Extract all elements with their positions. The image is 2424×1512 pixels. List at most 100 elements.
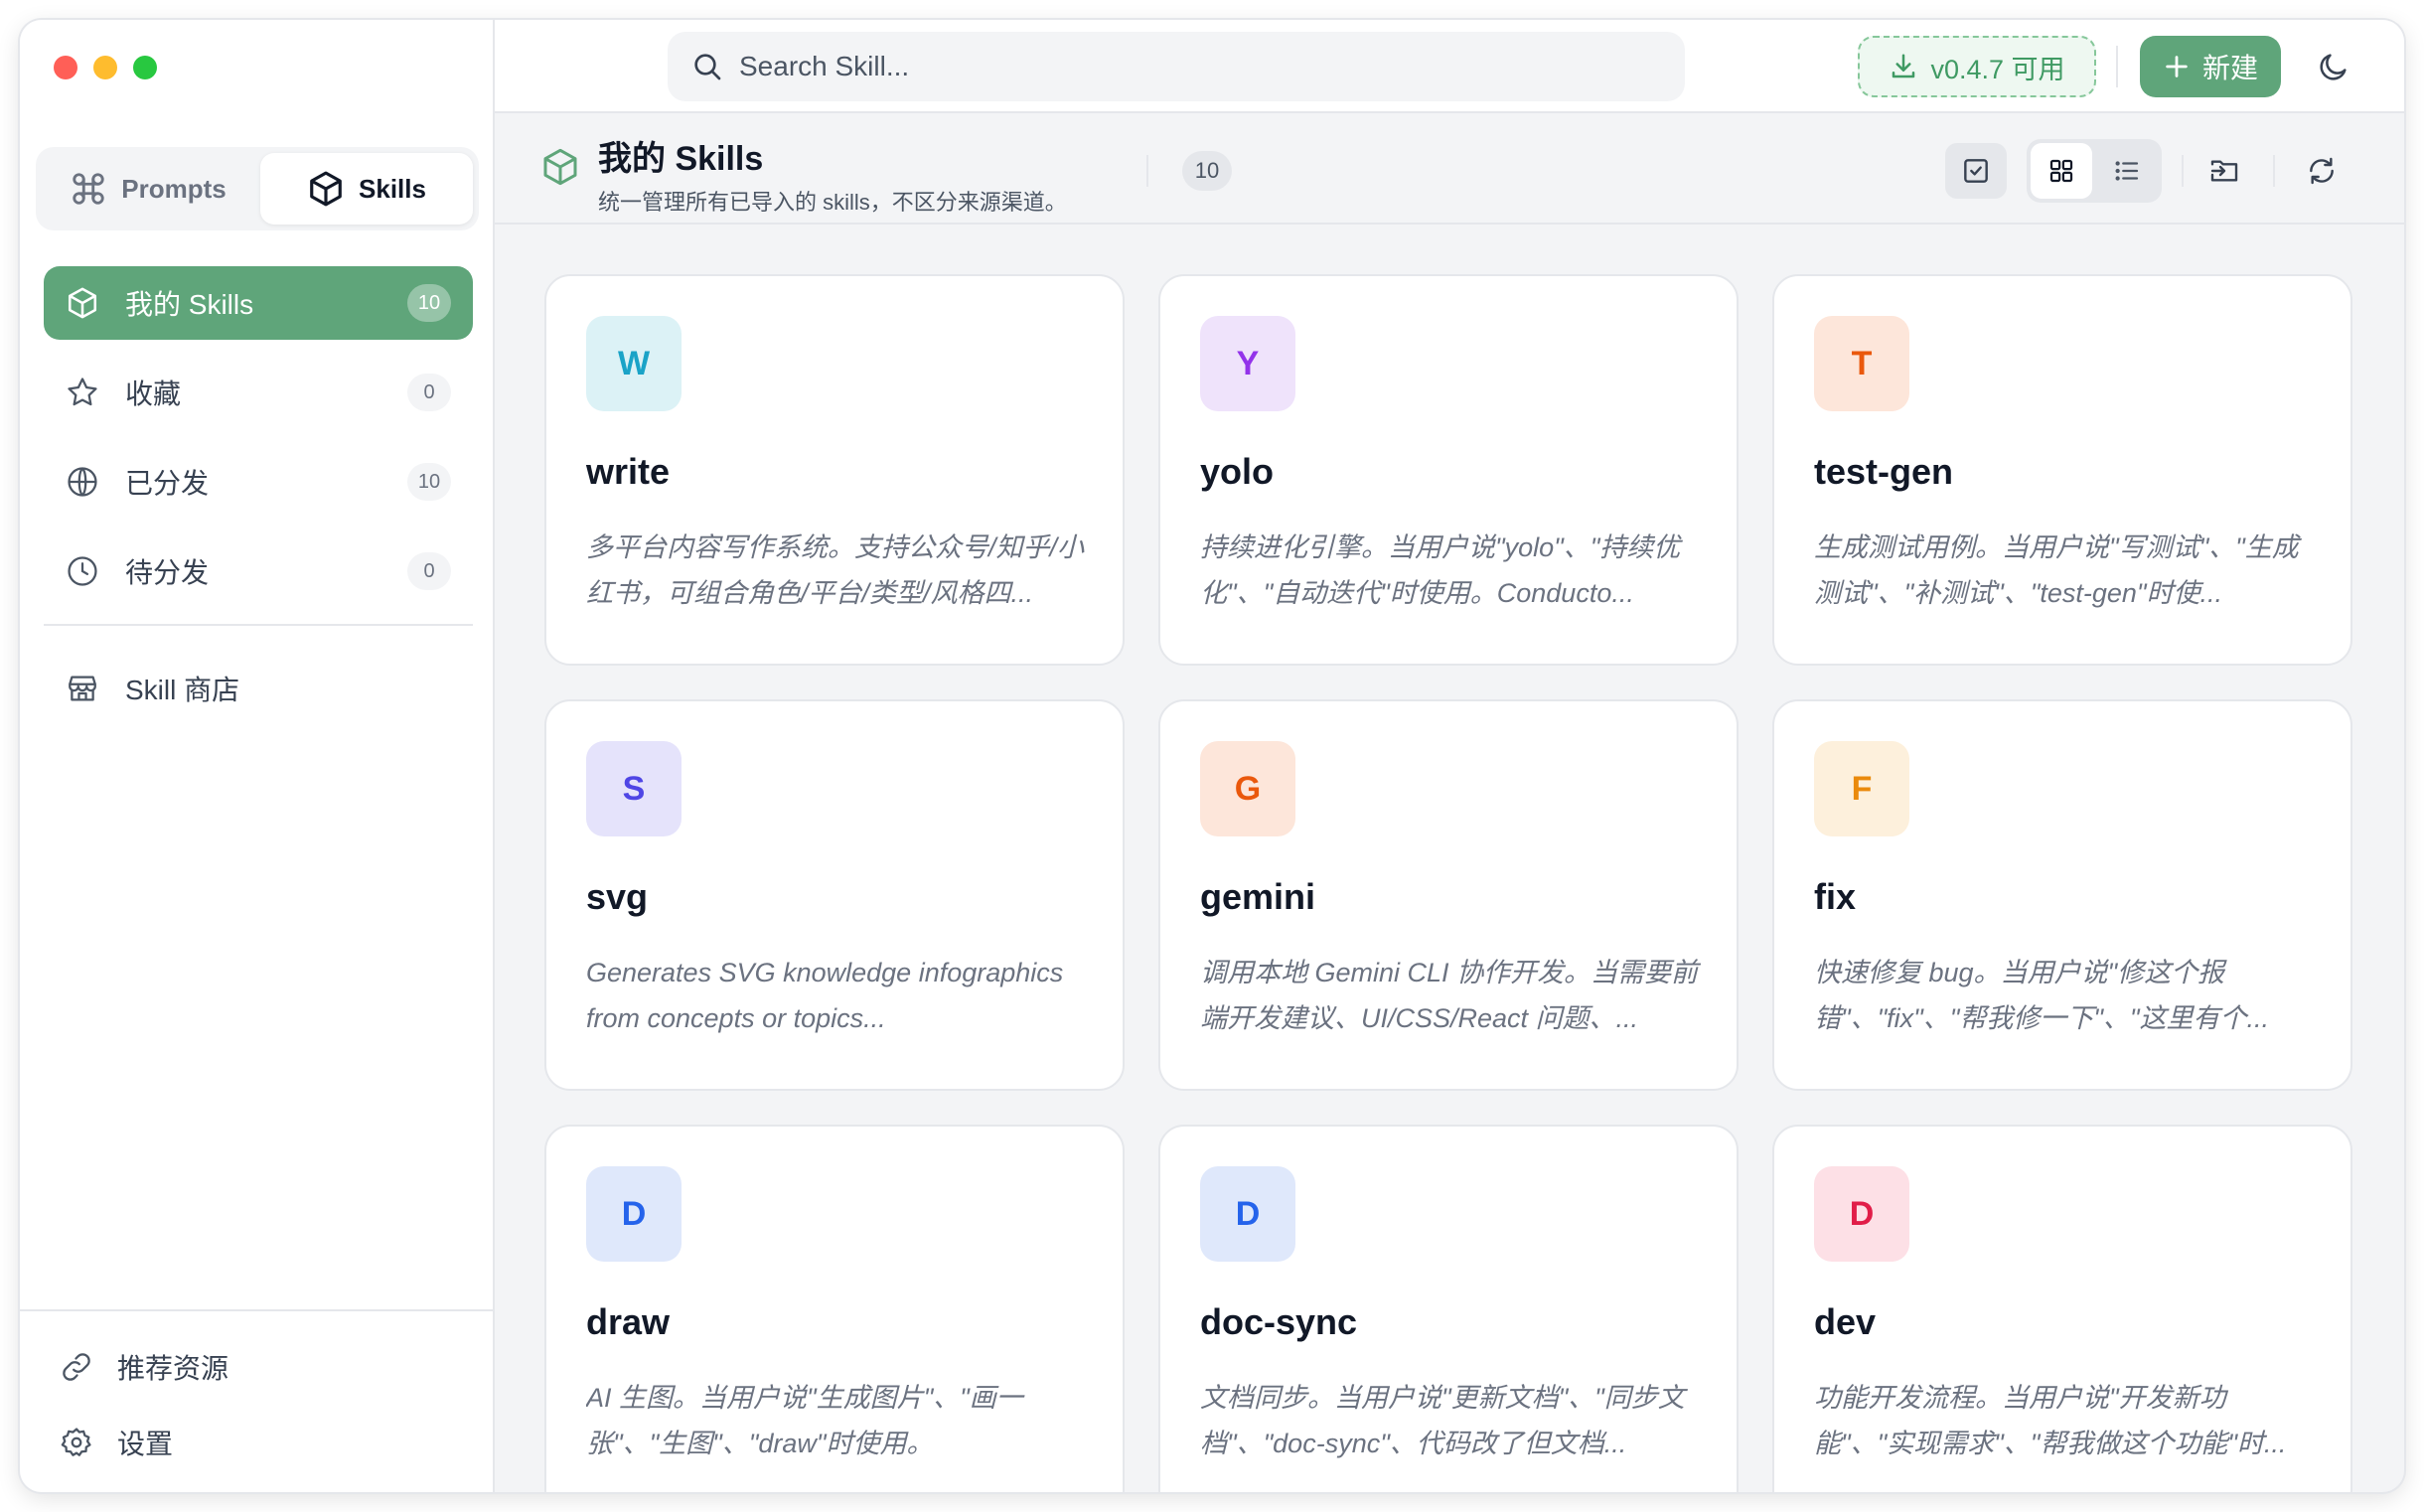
sidebar-footer: 推荐资源 设置	[20, 1309, 493, 1492]
skill-card[interactable]: Ddev 功能开发流程。当用户说"开发新功能"、"实现需求"、"帮我做这个功能"时…	[1772, 1125, 2352, 1492]
skill-description: AI 生图。当用户说"生成图片"、"画一张"、"生图"、"draw"时使用。	[586, 1383, 1023, 1458]
sidebar-item-favorites[interactable]: 收藏 0	[44, 356, 473, 429]
sidebar-item-my-skills[interactable]: 我的 Skills 10	[44, 266, 473, 340]
skill-avatar: S	[586, 741, 682, 836]
skill-name: yolo	[1200, 451, 1275, 492]
skill-avatar: G	[1200, 741, 1295, 836]
header-divider	[1146, 155, 1148, 187]
sidebar-item-distributed[interactable]: 已分发 10	[44, 445, 473, 519]
skills-grid: Wwrite 多平台内容写作系统。支持公众号/知乎/小红书，可组合角色/平台/类型…	[544, 274, 2352, 1492]
skill-card[interactable]: Ggemini 调用本地 Gemini CLI 协作开发。当需要前端开发建议、UI…	[1158, 699, 1739, 1091]
mode-prompts-button[interactable]: Prompts	[42, 153, 254, 225]
search-icon	[694, 54, 721, 80]
skill-card[interactable]: Ttest-gen 生成测试用例。当用户说"写测试"、"生成测试"、"补测试"、"…	[1772, 274, 2352, 666]
skill-name: doc-sync	[1200, 1301, 1358, 1342]
gear-icon	[60, 1426, 93, 1459]
mode-skills-label: Skills	[359, 173, 426, 204]
skill-avatar: D	[1814, 1166, 1909, 1262]
header-divider	[2273, 155, 2275, 187]
skill-card[interactable]: Yyolo 持续进化引擎。当用户说"yolo"、"持续优化"、"自动迭代"时使用。…	[1158, 274, 1739, 666]
update-available-button[interactable]: v0.4.7 可用	[1858, 36, 2096, 97]
skill-avatar: F	[1814, 741, 1909, 836]
sidebar-item-label: Skill 商店	[125, 675, 240, 705]
skill-name: dev	[1814, 1301, 1877, 1342]
sidebar-item-label: 推荐资源	[117, 1353, 229, 1384]
search-input[interactable]	[739, 51, 1633, 82]
toolbar-divider	[2116, 46, 2118, 87]
skill-name: fix	[1814, 876, 1857, 917]
count-badge: 10	[407, 463, 451, 501]
skill-card[interactable]: Ddraw AI 生图。当用户说"生成图片"、"画一张"、"生图"、"draw"时…	[544, 1125, 1125, 1492]
store-icon	[66, 672, 99, 705]
skill-description: 多平台内容写作系统。支持公众号/知乎/小红书，可组合角色/平台/类型/风格四..…	[586, 532, 1085, 608]
moon-icon[interactable]	[2317, 50, 2350, 83]
sidebar: Prompts Skills 我的 Skills 10 收藏 0 已分发 10	[20, 20, 495, 1492]
skill-avatar: W	[586, 316, 682, 411]
sidebar-item-label: 我的 Skills	[125, 289, 254, 320]
refresh-icon	[2310, 157, 2334, 185]
nav-divider	[44, 624, 473, 626]
window-controls	[54, 56, 157, 79]
import-button[interactable]	[2194, 143, 2255, 199]
topbar: v0.4.7 可用 新建	[495, 20, 2404, 113]
skill-avatar: Y	[1200, 316, 1295, 411]
skill-card[interactable]: Ddoc-sync 文档同步。当用户说"更新文档"、"同步文档"、"doc-syn…	[1158, 1125, 1739, 1492]
count-badge: 0	[407, 374, 451, 411]
minimize-window-button[interactable]	[93, 56, 117, 79]
skill-name: write	[586, 451, 671, 492]
sidebar-item-store[interactable]: Skill 商店	[44, 652, 473, 725]
new-label: 新建	[2201, 53, 2258, 83]
close-window-button[interactable]	[54, 56, 77, 79]
maximize-window-button[interactable]	[133, 56, 157, 79]
list-icon	[2115, 161, 2139, 181]
count-badge: 0	[407, 552, 451, 590]
sidebar-item-settings[interactable]: 设置	[44, 1405, 469, 1480]
command-icon	[73, 173, 104, 205]
skill-avatar: T	[1814, 316, 1909, 411]
skill-description: 功能开发流程。当用户说"开发新功能"、"实现需求"、"帮我做这个功能"时...	[1814, 1383, 2287, 1458]
plus-icon	[2166, 56, 2188, 77]
view-toggle	[2027, 139, 2162, 203]
mode-prompts-label: Prompts	[121, 173, 227, 204]
count-badge: 10	[407, 284, 451, 322]
select-mode-button[interactable]	[1945, 143, 2007, 199]
cube-icon	[66, 286, 99, 320]
skill-card[interactable]: Ssvg Generates SVG knowledge infographics…	[544, 699, 1125, 1091]
skill-card[interactable]: Wwrite 多平台内容写作系统。支持公众号/知乎/小红书，可组合角色/平台/类型…	[544, 274, 1125, 666]
list-view-button[interactable]	[2096, 143, 2158, 199]
sidebar-item-label: 已分发	[125, 468, 210, 499]
download-icon	[1893, 54, 1915, 78]
skill-description: 调用本地 Gemini CLI 协作开发。当需要前端开发建议、UI/CSS/Re…	[1200, 958, 1699, 1033]
sidebar-nav: 我的 Skills 10 收藏 0 已分发 10 待分发 0 Skill 商店	[44, 266, 473, 741]
grid-icon	[2049, 159, 2073, 183]
clock-icon	[66, 554, 99, 588]
mode-skills-button[interactable]: Skills	[260, 153, 473, 225]
skill-avatar: D	[586, 1166, 682, 1262]
skill-description: 文档同步。当用户说"更新文档"、"同步文档"、"doc-sync"、代码改了但文…	[1200, 1383, 1685, 1458]
search-box[interactable]	[668, 32, 1685, 101]
sidebar-item-pending[interactable]: 待分发 0	[44, 534, 473, 608]
grid-view-button[interactable]	[2031, 143, 2092, 199]
skill-description: 持续进化引擎。当用户说"yolo"、"持续优化"、"自动迭代"时使用。Condu…	[1200, 532, 1681, 608]
skill-name: draw	[586, 1301, 671, 1342]
new-skill-button[interactable]: 新建	[2140, 36, 2281, 97]
page-title: 我的 Skills	[598, 140, 764, 178]
page-header: 我的 Skills 统一管理所有已导入的 skills，不区分来源渠道。 10	[495, 113, 2404, 225]
sidebar-item-resources[interactable]: 推荐资源	[44, 1329, 469, 1405]
cube-icon	[543, 148, 577, 186]
link-icon	[60, 1350, 93, 1384]
mode-switch: Prompts Skills	[36, 147, 479, 230]
refresh-button[interactable]	[2291, 143, 2352, 199]
header-divider	[2005, 155, 2007, 187]
skill-description: 生成测试用例。当用户说"写测试"、"生成测试"、"补测试"、"test-gen"…	[1814, 532, 2299, 608]
checkbox-icon	[1964, 159, 1988, 183]
skill-name: gemini	[1200, 876, 1316, 917]
skill-avatar: D	[1200, 1166, 1295, 1262]
app-window: Prompts Skills 我的 Skills 10 收藏 0 已分发 10	[20, 20, 2404, 1492]
skill-card[interactable]: Ffix 快速修复 bug。当用户说"修这个报错"、"fix"、"帮我修一下"、"…	[1772, 699, 2352, 1091]
header-divider	[2182, 155, 2184, 187]
sidebar-item-label: 收藏	[125, 378, 182, 409]
page-subtitle: 统一管理所有已导入的 skills，不区分来源渠道。	[598, 190, 1067, 215]
star-icon	[66, 376, 99, 409]
main-content: v0.4.7 可用 新建 我的 Skills 统一管理所有已导入的 skills…	[495, 20, 2404, 1492]
